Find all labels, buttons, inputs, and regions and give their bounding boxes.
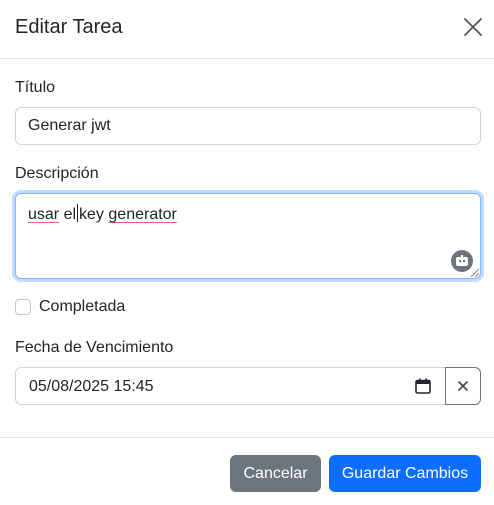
description-textarea[interactable]: usar el key generator (15, 193, 481, 279)
calendar-icon[interactable] (415, 378, 431, 394)
misspelled-word: generator (108, 206, 177, 223)
resize-handle-icon[interactable] (469, 267, 479, 277)
close-icon (464, 18, 482, 36)
modal-title: Editar Tarea (15, 16, 123, 38)
title-label: Título (15, 79, 56, 96)
misspelled-word: usar (28, 206, 60, 223)
edit-task-modal: Editar Tarea Título Generar jwt Descripc… (0, 0, 494, 505)
description-label: Descripción (15, 165, 99, 182)
description-word: el (59, 206, 77, 223)
modal-footer: Cancelar Guardar Cambios (0, 437, 494, 505)
title-input-value: Generar jwt (28, 117, 111, 134)
robot-icon (456, 255, 468, 266)
due-date-input[interactable]: 05/08/2025 15:45 (15, 367, 446, 405)
modal-header: Editar Tarea (0, 0, 494, 59)
due-date-label: Fecha de Vencimiento (15, 339, 174, 356)
due-date-value: 05/08/2025 15:45 (29, 378, 154, 395)
description-text: usar el key generator (28, 204, 177, 225)
x-icon (458, 381, 468, 391)
title-input[interactable]: Generar jwt (15, 107, 481, 145)
save-changes-button[interactable]: Guardar Cambios (329, 455, 481, 492)
close-button[interactable] (458, 12, 488, 42)
clear-date-button[interactable] (445, 367, 481, 405)
cancel-button[interactable]: Cancelar (230, 455, 321, 492)
text-caret (77, 204, 79, 222)
description-word: key (79, 206, 104, 223)
completed-checkbox[interactable] (15, 299, 31, 315)
completed-label[interactable]: Completada (39, 297, 125, 317)
